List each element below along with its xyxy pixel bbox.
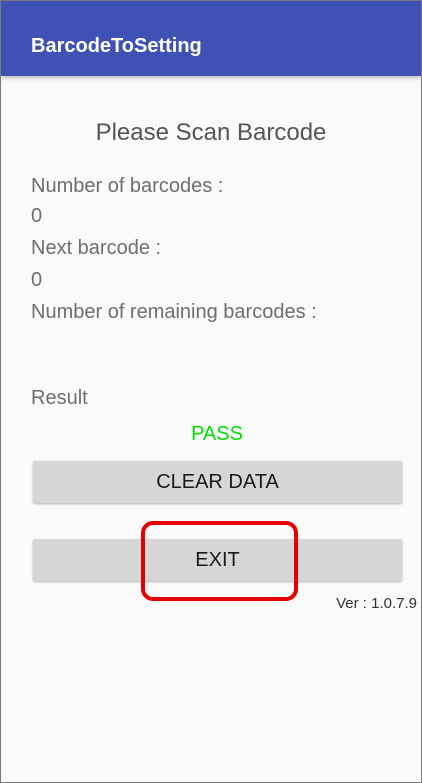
result-label: Result [31,387,88,409]
app-title: BarcodeToSetting [31,35,202,57]
result-status: PASS [191,423,243,445]
number-of-barcodes-value: 0 [31,205,43,227]
next-barcode-value: 0 [31,269,43,291]
next-barcode-label: Next barcode : [31,237,162,259]
app-window: BarcodeToSetting Please Scan Barcode Num… [0,0,422,783]
clear-data-button[interactable]: CLEAR DATA [33,461,402,503]
version-label: Ver : 1.0.7.9 [336,595,417,612]
app-bar: BarcodeToSetting [1,1,421,76]
page-title: Please Scan Barcode [95,119,327,146]
number-of-barcodes-label: Number of barcodes : [31,175,224,197]
remaining-barcodes-label: Number of remaining barcodes : [31,301,317,323]
exit-button[interactable]: EXIT [33,539,402,581]
